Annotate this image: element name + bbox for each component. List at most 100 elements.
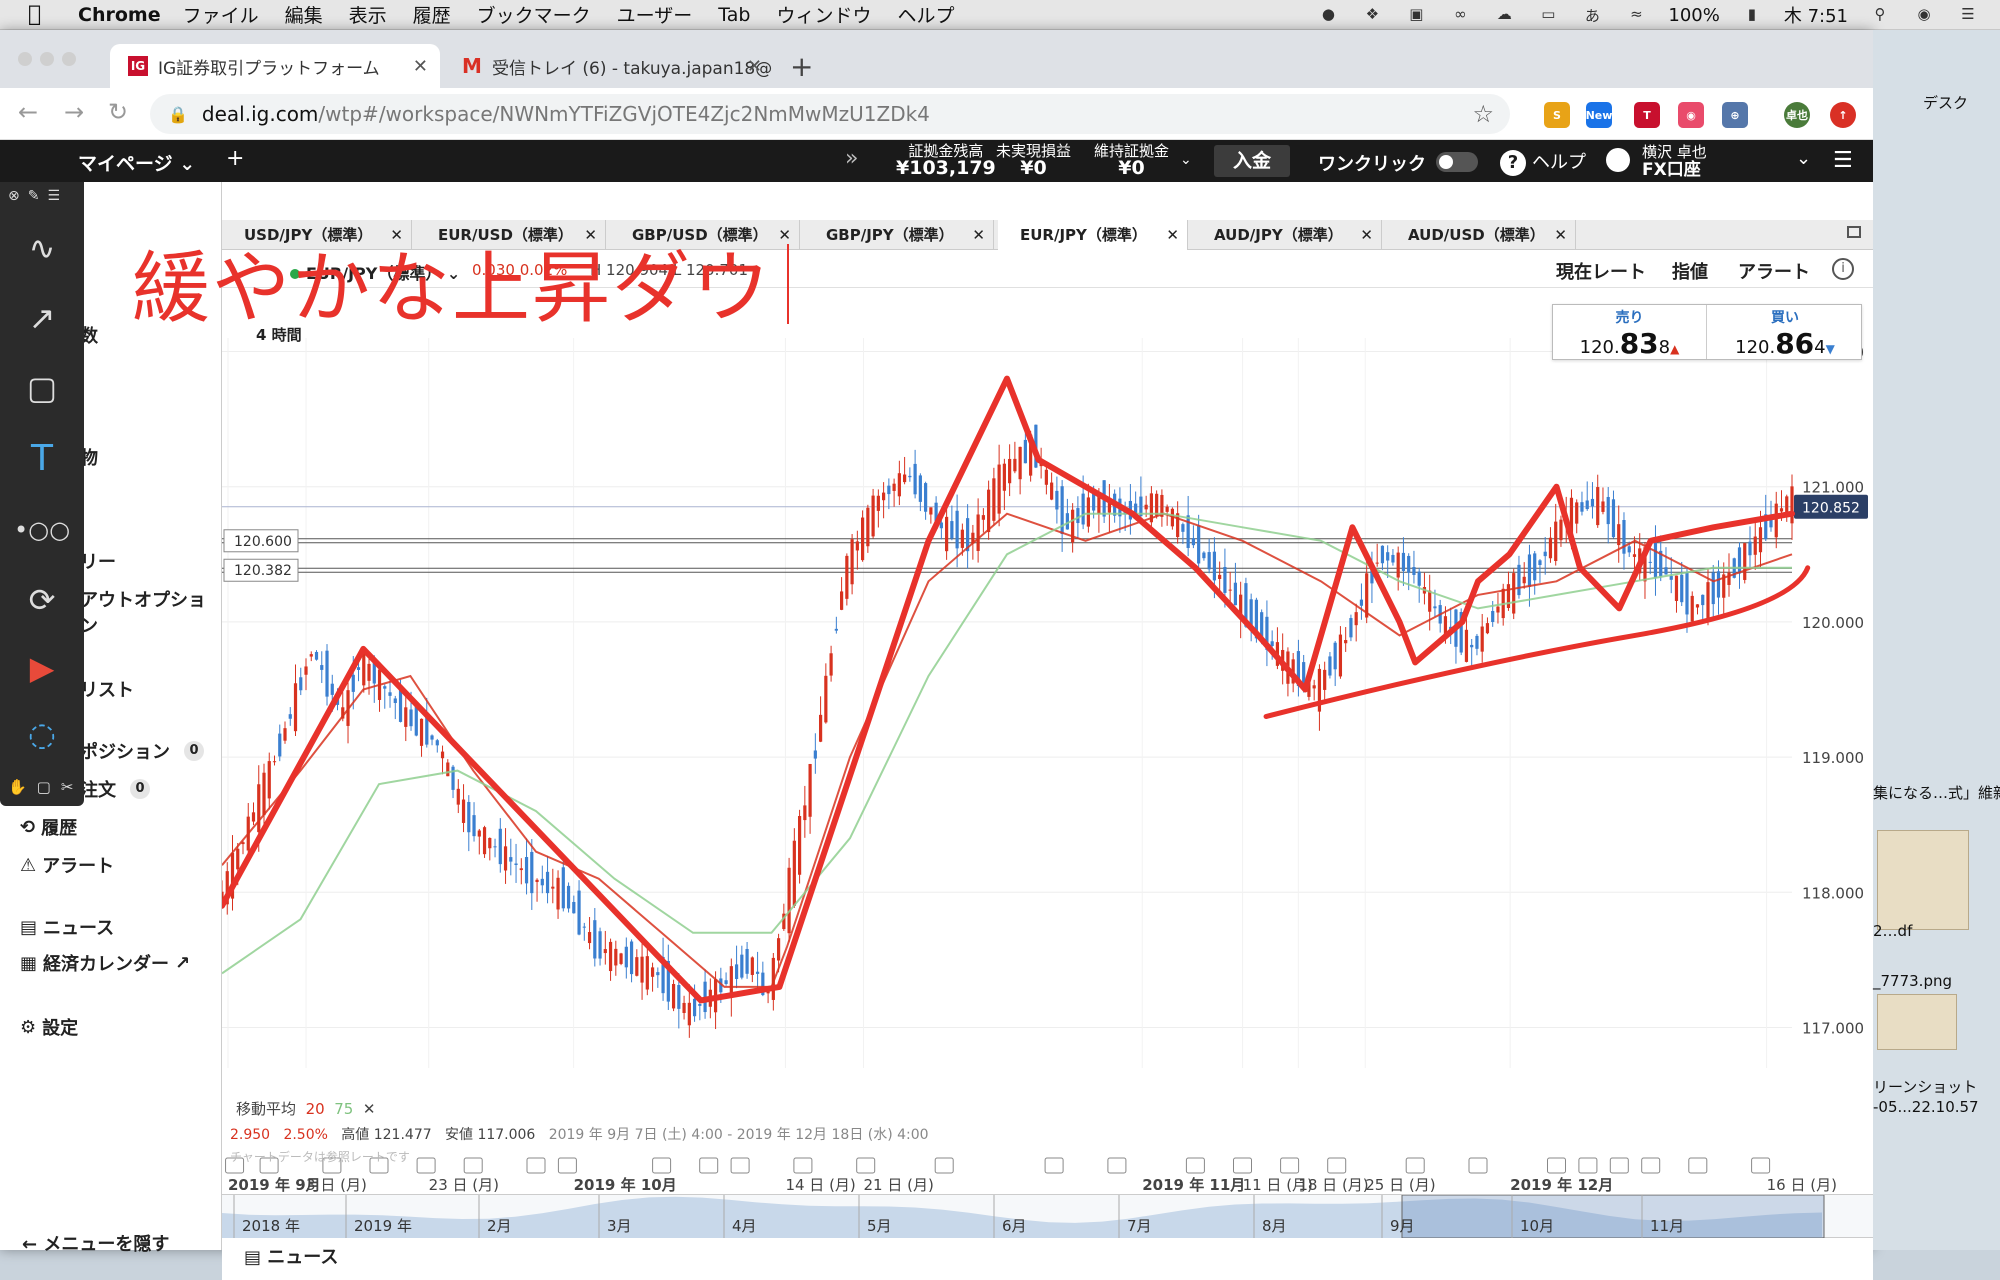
- notification-center-icon[interactable]: ☰: [1956, 5, 1980, 25]
- desktop-label[interactable]: 2…df: [1873, 922, 1912, 940]
- apple-menu-icon[interactable]: : [28, 2, 56, 27]
- desktop-label[interactable]: デスク: [1923, 92, 1968, 113]
- navigator-window-handle[interactable]: [1401, 1194, 1825, 1239]
- record-tool-icon[interactable]: ▶: [20, 646, 64, 690]
- add-workspace-button[interactable]: +: [226, 146, 244, 171]
- cloud-icon[interactable]: ☁: [1492, 5, 1516, 25]
- sidebar-item-category[interactable]: リー: [80, 548, 116, 574]
- info-icon[interactable]: i: [1832, 258, 1854, 280]
- profile-avatar[interactable]: 卓也: [1784, 102, 1810, 128]
- window-close-button[interactable]: [18, 52, 32, 66]
- menu-history[interactable]: 履歴: [413, 1, 451, 28]
- timer-tool-icon[interactable]: ◌: [20, 712, 64, 756]
- tab-close-icon[interactable]: ✕: [1360, 220, 1373, 250]
- t-extension-icon[interactable]: T: [1634, 102, 1660, 128]
- one-click-toggle[interactable]: [1436, 152, 1478, 172]
- browser-tab-gmail[interactable]: M 受信トレイ (6) - takuya.japan18@ ✕: [444, 44, 774, 88]
- window-zoom-button[interactable]: [62, 52, 76, 66]
- tab-aud-usd[interactable]: AUD/USD（標準） ✕: [1386, 220, 1576, 250]
- alert-button[interactable]: アラート: [1738, 258, 1810, 284]
- tab-close-icon[interactable]: ✕: [1166, 220, 1179, 250]
- chevron-down-icon[interactable]: ⌄: [1180, 152, 1192, 168]
- sidebar-item-positions[interactable]: ポジション 0: [80, 738, 204, 764]
- user-account-menu[interactable]: 横沢 卓也 FX口座: [1606, 143, 1707, 179]
- evernote-icon[interactable]: ●: [1316, 5, 1340, 25]
- sidebar-item-watchlist[interactable]: リスト: [80, 676, 134, 702]
- address-bar[interactable]: 🔒 deal.ig.com /wtp#/workspace/NWNmYTFiZG…: [150, 94, 1510, 134]
- menu-window[interactable]: ウィンドウ: [776, 1, 871, 28]
- browser-tab-ig[interactable]: IG IG証券取引プラットフォーム ✕: [110, 44, 440, 88]
- menu-help[interactable]: ヘルプ: [897, 1, 954, 28]
- freehand-pen-icon[interactable]: ∿: [20, 226, 64, 270]
- arrow-tool-icon[interactable]: ↗: [20, 296, 64, 340]
- tab-close-icon[interactable]: ✕: [413, 56, 428, 77]
- expand-icon[interactable]: »: [845, 146, 858, 171]
- new-extension-icon[interactable]: New: [1586, 102, 1612, 128]
- moving-average-legend[interactable]: 移動平均 20 75 ✕: [236, 1098, 375, 1119]
- desktop-label[interactable]: _7773.png: [1873, 972, 1952, 990]
- menu-bookmarks[interactable]: ブックマーク: [477, 1, 591, 28]
- ime-indicator[interactable]: あ: [1580, 5, 1604, 25]
- sidebar-item-knockout-option[interactable]: アウトオプション: [80, 586, 221, 638]
- deposit-button[interactable]: 入金: [1214, 145, 1290, 177]
- tab-gbp-jpy[interactable]: GBP/JPY（標準） ✕: [804, 220, 994, 250]
- chart-navigator[interactable]: 2018 年 2019 年 2月 3月 4月 5月 6月 7月 8月 9月 10月 11月: [222, 1194, 1873, 1239]
- clock[interactable]: 木 7:51: [1784, 2, 1848, 28]
- battery-percent[interactable]: 100%: [1668, 5, 1719, 26]
- price-chart[interactable]: 117.000118.000119.000120.000121.000122.0…: [222, 288, 1873, 1194]
- help-button[interactable]: ? ヘルプ: [1500, 148, 1586, 176]
- popout-window-icon[interactable]: [1847, 226, 1861, 238]
- sidebar-item-news[interactable]: ▤ ニュース: [20, 914, 114, 940]
- sidebar-item-alerts[interactable]: ⚠ アラート: [20, 852, 114, 878]
- new-tab-button[interactable]: +: [790, 50, 813, 83]
- search-extension-icon[interactable]: ⊕: [1722, 102, 1748, 128]
- app-menu[interactable]: Chrome: [78, 4, 161, 26]
- mypage-menu[interactable]: マイページ ⌄: [78, 149, 195, 176]
- menu-edit[interactable]: 編集: [285, 1, 323, 28]
- maintenance-margin[interactable]: 維持証拠金 ¥0: [1094, 143, 1169, 178]
- wifi-icon[interactable]: ≈: [1624, 5, 1648, 25]
- hide-menu-button[interactable]: ← メニューを隠す: [22, 1230, 169, 1256]
- sidebar-item-economic-calendar[interactable]: ▦ 経済カレンダー ↗: [20, 950, 190, 976]
- forward-icon[interactable]: →: [64, 98, 84, 126]
- tab-close-icon[interactable]: ✕: [1554, 220, 1567, 250]
- hamburger-menu-icon[interactable]: ☰: [1833, 148, 1853, 173]
- desktop-label[interactable]: -05...22.10.57: [1873, 1098, 1979, 1116]
- tab-eur-jpy[interactable]: EUR/JPY（標準） ✕: [998, 220, 1188, 251]
- tab-close-icon[interactable]: ✕: [778, 220, 791, 250]
- sync-icon[interactable]: ∞: [1448, 5, 1472, 25]
- news-panel-bar[interactable]: ▤ ニュース: [222, 1238, 1873, 1280]
- image-thumbnail[interactable]: [1877, 994, 1957, 1050]
- desktop-label[interactable]: リーンショット: [1873, 1076, 1977, 1097]
- dropbox-icon[interactable]: ❖: [1360, 5, 1384, 25]
- lock-icon[interactable]: 🔒: [168, 105, 188, 124]
- tab-close-icon[interactable]: ✕: [972, 220, 985, 250]
- sidebar-item-history[interactable]: ⟲ 履歴: [20, 814, 77, 840]
- tab-close-icon[interactable]: ✕: [747, 56, 762, 77]
- chart-canvas[interactable]: 117.000118.000119.000120.000121.000122.0…: [222, 288, 1873, 1194]
- rectangle-tool-icon[interactable]: ▢: [20, 366, 64, 410]
- current-rate-button[interactable]: 現在レート: [1556, 258, 1646, 284]
- menu-view[interactable]: 表示: [349, 1, 387, 28]
- palette-footer-icons[interactable]: ✋▢✂: [8, 778, 83, 796]
- limit-order-button[interactable]: 指値: [1672, 258, 1708, 284]
- buy-button[interactable]: 買い 120.864▼: [1708, 305, 1862, 360]
- chevron-down-icon[interactable]: ⌄: [1796, 148, 1811, 169]
- remove-indicator-icon[interactable]: ✕: [363, 1100, 376, 1118]
- back-icon[interactable]: ←: [18, 98, 38, 126]
- window-minimize-button[interactable]: [40, 52, 54, 66]
- camera-extension-icon[interactable]: ◉: [1678, 102, 1704, 128]
- spotlight-icon[interactable]: ⚲: [1868, 5, 1892, 25]
- sidebar-item-orders[interactable]: 注文 0: [80, 776, 150, 802]
- navigator-canvas[interactable]: 2018 年 2019 年 2月 3月 4月 5月 6月 7月 8月 9月 10月 11月: [222, 1194, 1873, 1239]
- menu-tab[interactable]: Tab: [718, 4, 750, 26]
- airplay-icon[interactable]: ▭: [1536, 5, 1560, 25]
- tab-aud-jpy[interactable]: AUD/JPY（標準） ✕: [1192, 220, 1382, 250]
- reload-icon[interactable]: ↻: [108, 98, 128, 126]
- text-tool-icon[interactable]: T: [20, 436, 64, 480]
- sidebar-item-settings[interactable]: ⚙ 設定: [20, 1014, 78, 1040]
- sell-button[interactable]: 売り 120.838▲: [1553, 305, 1707, 360]
- menu-users[interactable]: ユーザー: [617, 1, 693, 28]
- palette-header-icons[interactable]: ⊗✎☰: [8, 188, 68, 204]
- certificate-thumbnail[interactable]: [1877, 830, 1969, 930]
